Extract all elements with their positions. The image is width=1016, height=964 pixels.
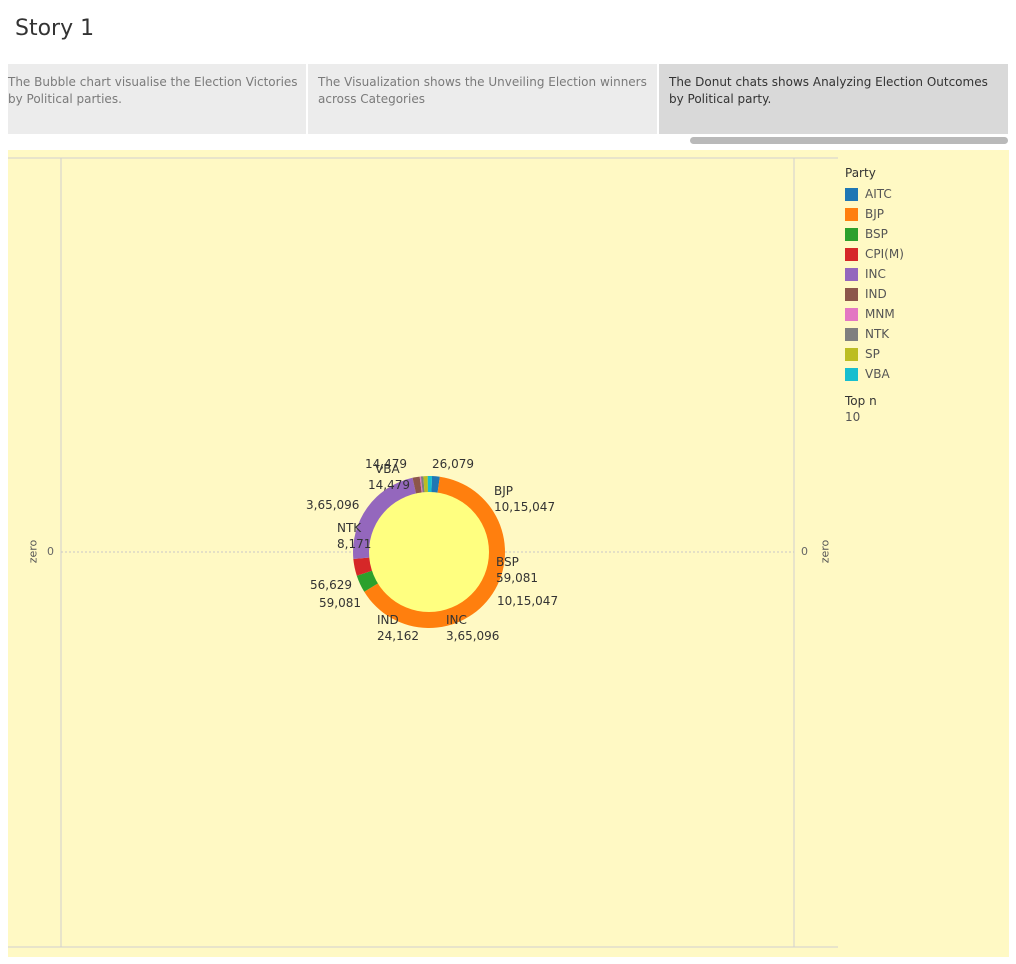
legend-label: BJP — [865, 207, 885, 221]
left-axis-tick: 0 — [47, 545, 54, 558]
right-axis-title: zero — [818, 539, 832, 564]
slice-label: 14,479 — [368, 478, 410, 492]
right-axis-tick: 0 — [801, 545, 808, 558]
legend-label: IND — [865, 287, 887, 301]
legend-item-aitc[interactable]: AITC — [845, 184, 995, 204]
legend-swatch — [845, 207, 858, 221]
slice-label: VBA — [375, 462, 400, 476]
legend-item-sp[interactable]: SP — [845, 344, 995, 364]
party-legend: Party AITC BJP BSP CPI(M) INC IND MNM NT… — [845, 166, 995, 426]
slice-label: 10,15,047 — [497, 594, 558, 608]
slice-label: 26,079 — [432, 457, 474, 471]
legend-item-ind[interactable]: IND — [845, 284, 995, 304]
legend-title: Party — [845, 166, 876, 180]
story-navigator: The Bubble chart visualise the Election … — [8, 64, 1008, 134]
slice-label: INC 3,65,096 — [446, 613, 499, 643]
legend-swatch — [845, 347, 858, 361]
legend-swatch — [845, 267, 858, 281]
legend-item-vba[interactable]: VBA — [845, 364, 995, 384]
legend-item-bjp[interactable]: BJP — [845, 204, 995, 224]
legend-label: BSP — [865, 227, 888, 241]
legend-label: SP — [865, 347, 880, 361]
legend-item-ntk[interactable]: NTK — [845, 324, 995, 344]
legend-swatch — [845, 187, 858, 201]
story-point-bubble-chart[interactable]: The Bubble chart visualise the Election … — [8, 64, 308, 134]
legend-item-cpim[interactable]: CPI(M) — [845, 244, 995, 264]
slice-label: 3,65,096 — [306, 498, 359, 512]
story-title: Story 1 — [15, 16, 95, 41]
legend-swatch — [845, 287, 858, 301]
legend-swatch — [845, 327, 858, 341]
legend-label: VBA — [865, 367, 890, 381]
legend-swatch — [845, 367, 858, 381]
legend-label: AITC — [865, 187, 892, 201]
legend-label: MNM — [865, 307, 895, 321]
story-point-election-winners[interactable]: The Visualization shows the Unveiling El… — [308, 64, 659, 134]
navigator-scrollbar[interactable] — [690, 137, 1008, 144]
donut-center — [369, 492, 489, 612]
legend-label: CPI(M) — [865, 247, 904, 261]
slice-label: 56,629 — [310, 578, 352, 592]
top-n-filter-title: Top n — [845, 394, 877, 408]
dashboard-area: 14,479 26,079 VBA 14,479 BJP 10,15,047 3,65,09… — [8, 150, 1009, 957]
story-point-donut-chart[interactable]: The Donut chats shows Analyzing Election… — [659, 64, 1008, 134]
legend-swatch — [845, 227, 858, 241]
legend-item-bsp[interactable]: BSP — [845, 224, 995, 244]
legend-item-inc[interactable]: INC — [845, 264, 995, 284]
legend-item-mnm[interactable]: MNM — [845, 304, 995, 324]
left-axis-title: zero — [26, 539, 40, 564]
slice-label: BJP 10,15,047 — [494, 484, 555, 514]
legend-swatch — [845, 247, 858, 261]
top-n-filter-value[interactable]: 10 — [845, 410, 995, 426]
legend-label: INC — [865, 267, 886, 281]
slice-label: 59,081 — [319, 596, 361, 610]
legend-swatch — [845, 307, 858, 321]
legend-label: NTK — [865, 327, 890, 341]
